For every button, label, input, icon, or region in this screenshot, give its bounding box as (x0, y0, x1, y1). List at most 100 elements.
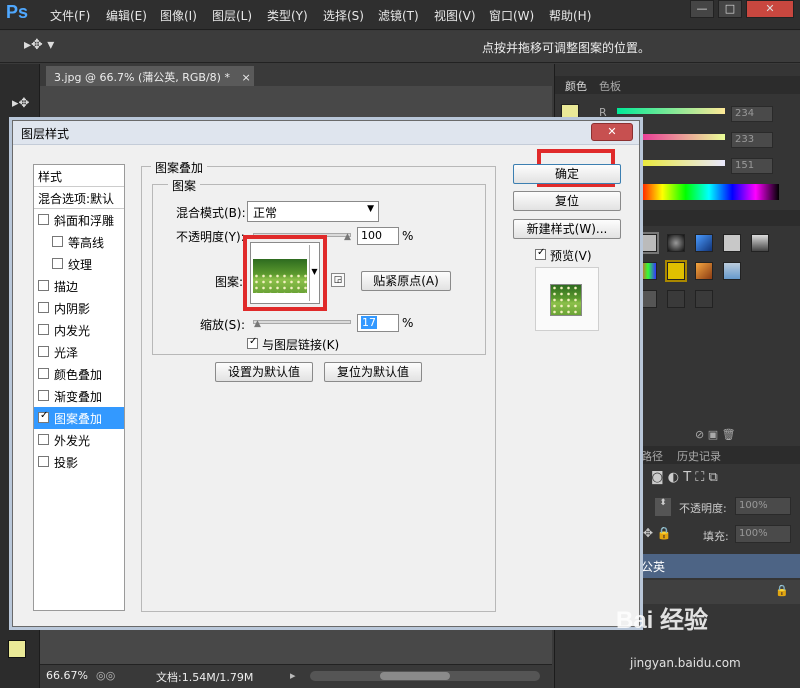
blend-mode-dropdown[interactable]: ⬍ (655, 498, 671, 516)
scale-slider[interactable] (253, 320, 351, 324)
pattern-thumbnail (253, 259, 307, 293)
scale-slider-thumb[interactable]: ▲ (254, 319, 261, 329)
style-swatch[interactable] (667, 290, 685, 308)
menu-item[interactable]: 选择(S) (323, 7, 364, 24)
lock-icons[interactable]: ✥ 🔒 (643, 526, 672, 540)
style-list-item[interactable]: 内阴影 (34, 297, 124, 319)
menu-item[interactable]: 类型(Y) (267, 7, 308, 24)
styles-footer-icons[interactable]: ⊘ ▣ 🗑 (695, 428, 736, 441)
style-swatch[interactable] (667, 234, 685, 252)
menu-item[interactable]: 图像(I) (160, 7, 197, 24)
red-value[interactable]: 234 (731, 106, 773, 122)
red-slider[interactable] (617, 108, 725, 114)
tab-history[interactable]: 历史记录 (677, 448, 721, 464)
checkbox[interactable] (38, 346, 49, 357)
checkbox[interactable] (38, 324, 49, 335)
style-list-item[interactable]: 样式 (34, 165, 124, 187)
status-arrow-icon[interactable]: ▸ (290, 669, 296, 682)
layer-opacity-field[interactable]: 100% (735, 497, 791, 515)
style-swatch[interactable] (723, 234, 741, 252)
style-list-item[interactable]: 光泽 (34, 341, 124, 363)
style-list-label: 等高线 (68, 236, 105, 250)
style-list-item[interactable]: 纹理 (34, 253, 124, 275)
document-tab[interactable]: 3.jpg @ 66.7% (蒲公英, RGB/8) * × (46, 66, 254, 86)
menu-item[interactable]: 窗口(W) (489, 7, 534, 24)
close-window-button[interactable]: ✕ (746, 0, 794, 18)
style-swatch[interactable] (639, 262, 657, 280)
style-list-item[interactable]: 图案叠加 (34, 407, 124, 429)
pattern-picker[interactable]: ▼ (250, 242, 320, 304)
style-swatch[interactable] (695, 290, 713, 308)
foreground-color-swatch[interactable] (8, 640, 26, 658)
menu-item[interactable]: 编辑(E) (106, 7, 147, 24)
style-swatch[interactable] (639, 290, 657, 308)
style-swatch[interactable] (751, 234, 769, 252)
ok-button[interactable]: 确定 (513, 164, 621, 184)
checkbox[interactable] (38, 280, 49, 291)
checkbox[interactable] (52, 236, 63, 247)
style-list-label: 投影 (54, 456, 79, 470)
move-tool-icon[interactable]: ▸✥ (12, 96, 29, 111)
checkbox[interactable] (38, 410, 49, 423)
layer-row[interactable]: 公英 (635, 554, 800, 578)
checkbox[interactable] (247, 336, 258, 349)
blue-value[interactable]: 151 (731, 158, 773, 174)
checkbox[interactable] (38, 456, 49, 467)
style-swatch[interactable] (695, 262, 713, 280)
preview-checkbox[interactable]: 预览(V) (533, 245, 623, 263)
move-tool-icon[interactable]: ▸✥ ▾ (24, 37, 54, 53)
menu-item[interactable]: 图层(L) (212, 7, 252, 24)
checkbox[interactable] (535, 247, 546, 260)
zoom-level[interactable]: 66.67% (46, 669, 88, 682)
style-list-item[interactable]: 颜色叠加 (34, 363, 124, 385)
opacity-slider-thumb[interactable]: ▲ (344, 232, 351, 242)
reset-default-button[interactable]: 复位为默认值 (324, 362, 422, 382)
horizontal-scrollbar[interactable] (310, 671, 540, 681)
fill-field[interactable]: 100% (735, 525, 791, 543)
checkbox[interactable] (38, 390, 49, 401)
link-with-layer-checkbox[interactable]: 与图层链接(K) (245, 335, 395, 353)
new-preset-icon[interactable]: ◲ (331, 273, 345, 287)
style-list-item[interactable]: 内发光 (34, 319, 124, 341)
reset-button[interactable]: 复位 (513, 191, 621, 211)
new-style-button[interactable]: 新建样式(W)... (513, 219, 621, 239)
close-tab-icon[interactable]: × (241, 71, 250, 84)
green-value[interactable]: 233 (731, 132, 773, 148)
photoshop-logo: Ps (6, 2, 29, 22)
style-list-item[interactable]: 混合选项:默认 (34, 187, 124, 209)
style-swatch[interactable] (637, 232, 659, 254)
tab-color[interactable]: 颜色 (565, 78, 587, 94)
color-spectrum[interactable] (639, 184, 779, 200)
menu-item[interactable]: 帮助(H) (549, 7, 591, 24)
blend-mode-select[interactable]: 正常 ▼ (247, 201, 379, 222)
dialog-close-button[interactable]: ✕ (591, 123, 633, 141)
style-list-item[interactable]: 描边 (34, 275, 124, 297)
scale-field[interactable]: 17 (357, 314, 399, 332)
snap-origin-button[interactable]: 贴紧原点(A) (361, 271, 451, 291)
menu-item[interactable]: 视图(V) (434, 7, 476, 24)
tab-swatches[interactable]: 色板 (599, 78, 621, 94)
style-list-item[interactable]: 等高线 (34, 231, 124, 253)
style-list-item[interactable]: 投影 (34, 451, 124, 473)
menu-item[interactable]: 滤镜(T) (378, 7, 419, 24)
style-list-item[interactable]: 渐变叠加 (34, 385, 124, 407)
layer-filter-icons[interactable]: ◙ ◐ T ⛶ ⧉ (651, 470, 718, 485)
checkbox[interactable] (38, 434, 49, 445)
menu-item[interactable]: 文件(F) (50, 7, 90, 24)
maximize-button[interactable]: □ (718, 0, 742, 18)
style-swatch[interactable] (665, 260, 687, 282)
style-swatch[interactable] (723, 262, 741, 280)
set-default-button[interactable]: 设置为默认值 (215, 362, 313, 382)
chevron-down-icon[interactable]: ▼ (309, 245, 319, 301)
opacity-field[interactable]: 100 (357, 227, 399, 245)
style-swatch[interactable] (695, 234, 713, 252)
tab-paths[interactable]: 路径 (641, 448, 663, 464)
style-list-item[interactable]: 斜面和浮雕 (34, 209, 124, 231)
checkbox[interactable] (38, 302, 49, 313)
checkbox[interactable] (52, 258, 63, 269)
checkbox[interactable] (38, 214, 49, 225)
style-list-item[interactable]: 外发光 (34, 429, 124, 451)
scrollbar-thumb[interactable] (380, 672, 450, 680)
checkbox[interactable] (38, 368, 49, 379)
minimize-button[interactable]: — (690, 0, 714, 18)
